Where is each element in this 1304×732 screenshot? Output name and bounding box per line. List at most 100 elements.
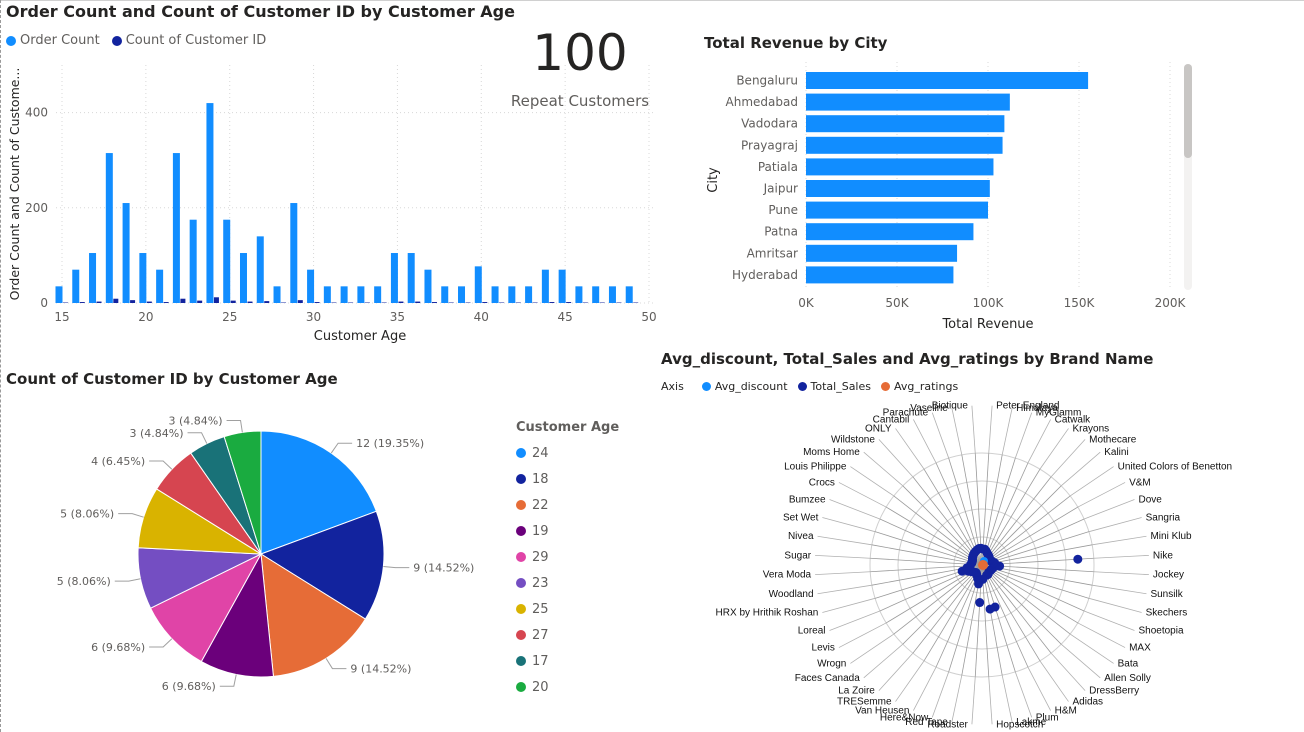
radar-axis-label: Krayons [1072, 423, 1109, 434]
radar-leader-line [931, 671, 950, 718]
pie-legend-label: 27 [532, 627, 549, 643]
radar-axis-label: La Zoire [838, 686, 875, 697]
bar-customer-count [230, 300, 236, 303]
pie-legend-item-25[interactable]: 25 [516, 596, 549, 622]
x-tick-label: 200K [1155, 296, 1187, 310]
pie-legend-item-27[interactable]: 27 [516, 622, 549, 648]
radar-leader-line [817, 584, 872, 595]
kpi-label: Repeat Customers [510, 92, 650, 110]
pie-legend-item-24[interactable]: 24 [516, 440, 549, 466]
city-revenue-bar [806, 180, 990, 197]
x-tick-label: 25 [222, 310, 237, 324]
radar-axis-label: Skechers [1146, 607, 1188, 618]
bar-customer-count [415, 301, 421, 303]
radar-axis-label: V&M [1129, 477, 1151, 488]
city-label: Amritsar [747, 246, 798, 260]
radar-leader-line [1092, 584, 1147, 595]
pie-legend-item-22[interactable]: 22 [516, 492, 549, 518]
pie-legend-label: 24 [532, 445, 549, 461]
pie-legend-dot [516, 526, 526, 536]
radar-axis-label: Hopscotch [996, 719, 1043, 730]
x-tick-label: 40 [474, 310, 489, 324]
city-chart-scrollbar[interactable] [1184, 64, 1192, 290]
pie-legend-label: 25 [532, 601, 549, 617]
x-tick-label: 20 [138, 310, 153, 324]
y-tick-label: 0 [40, 296, 48, 310]
radar-axis-label: Mothecare [1089, 434, 1137, 445]
radar-leader-line [1088, 517, 1142, 533]
city-chart-scroll-thumb[interactable] [1184, 64, 1192, 158]
bar-order-count [541, 269, 549, 303]
bar-customer-count [398, 301, 404, 303]
y-axis-title: Order Count and Count of Custome... [7, 68, 22, 301]
radar-chart-svg: Peter EnglandHimalayaMyGlammCatwalkKrayo… [716, 401, 1233, 731]
pie-data-label: 9 (14.52%) [413, 562, 474, 575]
x-tick-label: 35 [390, 310, 405, 324]
bar-order-count [625, 286, 633, 303]
bar-order-count [139, 253, 147, 303]
radar-leader-line [1039, 660, 1069, 702]
radar-point-avg-ratings [978, 560, 988, 570]
radar-spoke [902, 564, 983, 645]
pie-legend-label: 29 [532, 549, 549, 565]
radar-axis-label: Nivea [788, 531, 814, 542]
city-revenue-bar [806, 244, 958, 262]
radar-leader-line [951, 675, 963, 723]
radar-axis-label: Bata [1118, 658, 1139, 669]
pie-legend-item-17[interactable]: 17 [516, 648, 549, 674]
bar-order-count [189, 219, 197, 303]
pie-chart-svg: 12 (19.35%) 9 (14.52%) 9 (14.52%) 6 (9.68%)… [57, 415, 475, 694]
bar-customer-count [213, 297, 219, 303]
bar-order-count [172, 153, 180, 303]
pie-data-label: 6 (9.68%) [162, 680, 216, 693]
pie-legend-item-19[interactable]: 19 [516, 518, 549, 544]
pie-data-label: 5 (8.06%) [57, 575, 111, 588]
radar-axis-label: Jockey [1153, 570, 1184, 581]
city-label: Bengaluru [736, 74, 798, 88]
radar-leader-line [1039, 428, 1069, 470]
radar-axis-label: Louis Philippe [784, 462, 847, 473]
radar-spoke [912, 564, 983, 654]
kpi-card[interactable]: 100 Repeat Customers [500, 20, 660, 120]
bar-order-count [72, 269, 80, 303]
radar-leader-line [1001, 407, 1013, 455]
radar-leader-line [971, 405, 976, 454]
city-revenue-bar [806, 136, 1003, 154]
pie-leader-line [114, 578, 141, 582]
pie-legend-item-20[interactable]: 20 [516, 674, 549, 700]
pie-legend-dot [516, 500, 526, 510]
pie-leader-line [219, 674, 237, 687]
x-tick-label: 50K [885, 296, 909, 310]
pie-legend-dot [516, 656, 526, 666]
pie-legend-label: 19 [532, 523, 549, 539]
bar-order-count [273, 286, 281, 303]
radar-leader-line [829, 610, 881, 631]
radar-axis-label: Bumzee [789, 494, 826, 505]
bar-order-count [608, 286, 616, 303]
radar-spoke [981, 495, 1071, 566]
pie-legend-label: 23 [532, 575, 549, 591]
pie-legend-item-18[interactable]: 18 [516, 466, 549, 492]
bar-customer-count [247, 301, 253, 303]
radar-axis-label: Woodland [769, 589, 814, 600]
bar-customer-count [197, 300, 203, 303]
radar-axis-label: Sangria [1146, 513, 1181, 524]
bar-order-count [424, 269, 432, 303]
bar-order-count [340, 286, 348, 303]
pie-legend-item-23[interactable]: 23 [516, 570, 549, 596]
pie-legend-item-29[interactable]: 29 [516, 544, 549, 570]
radar-spoke [981, 485, 1062, 566]
radar-leader-line [971, 676, 976, 725]
radar-leader-line [1093, 571, 1149, 576]
bar-order-count [575, 286, 583, 303]
y-axis-title: City [706, 167, 721, 193]
radar-axis-label: Faces Canada [795, 673, 860, 684]
radar-axis-label: Allen Solly [1104, 673, 1151, 684]
pie-leader-line [149, 638, 173, 648]
radar-axis-label: Sugar [784, 550, 811, 561]
radar-axis-label: Biotique [932, 401, 969, 412]
radar-leader-line [931, 412, 950, 459]
pie-legend-dot [516, 474, 526, 484]
radar-leader-line [913, 666, 937, 711]
pie-leader-line [330, 442, 353, 454]
